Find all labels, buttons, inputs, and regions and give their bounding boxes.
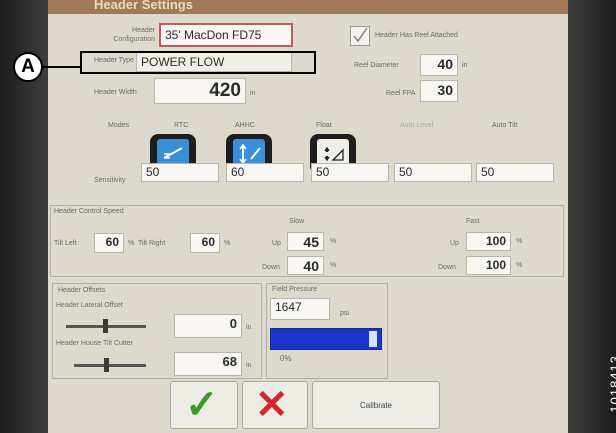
field-pressure-field[interactable]: 1647 xyxy=(270,298,330,320)
fast-label: Fast xyxy=(466,218,480,225)
fast-down-field[interactable]: 100 xyxy=(466,256,511,275)
slow-down-label: Down xyxy=(262,264,280,271)
figure-id: 1018413 xyxy=(608,355,616,413)
reel-diameter-label: Reel Diameter xyxy=(354,62,399,69)
fast-up-label: Up xyxy=(450,240,459,247)
field-pressure-label: Field Pressure xyxy=(272,286,318,293)
tilt-cutter-unit: in xyxy=(246,362,252,369)
fast-down-unit: % xyxy=(516,262,523,269)
sensitivity-auto-tilt-field[interactable]: 50 xyxy=(476,163,554,182)
tilt-right-field[interactable]: 60 xyxy=(190,233,220,253)
fast-up-field[interactable]: 100 xyxy=(466,232,511,251)
reel-fpa-field[interactable]: 30 xyxy=(420,80,458,102)
reel-diameter-unit: in xyxy=(462,62,468,69)
tilt-right-label: Tilt Right xyxy=(138,240,166,247)
tilt-left-label: Tilt Left xyxy=(54,240,77,247)
lateral-offset-label: Header Lateral Offset xyxy=(56,302,123,309)
calibrate-label: Calibrate xyxy=(359,401,392,410)
header-offsets-label: Header Offsets xyxy=(58,287,105,294)
callout-line xyxy=(43,66,80,68)
slow-label: Slow xyxy=(289,218,305,225)
tilt-cutter-label: Header House Tilt Cutter xyxy=(56,340,134,347)
field-pressure-bar xyxy=(270,328,382,350)
header-width-label: Header Width xyxy=(94,89,137,96)
field-pressure-bar-label: 0% xyxy=(280,354,292,363)
header-config-label: Header Configuration xyxy=(113,27,155,43)
tilt-left-unit: % xyxy=(128,240,135,247)
slow-down-field[interactable]: 40 xyxy=(287,256,324,275)
slow-up-unit: % xyxy=(330,238,337,245)
callout-marker: A xyxy=(13,52,43,82)
reel-attached-checkbox[interactable] xyxy=(350,26,370,46)
header-width-unit: in xyxy=(250,90,256,97)
mode-rtc-label: RTC xyxy=(174,122,189,129)
reel-diameter-field[interactable]: 40 xyxy=(420,54,458,76)
tilt-cutter-slider[interactable] xyxy=(74,364,146,367)
lateral-offset-slider-thumb[interactable] xyxy=(103,319,108,333)
modes-label: Modes xyxy=(108,122,130,129)
ok-button[interactable]: ✓ xyxy=(170,381,238,429)
sensitivity-rtc-field[interactable]: 50 xyxy=(141,163,219,182)
close-icon: ✕ xyxy=(255,383,289,427)
sensitivity-auto-level-field[interactable]: 50 xyxy=(394,163,472,182)
slow-up-label: Up xyxy=(272,240,281,247)
sensitivity-float-field[interactable]: 50 xyxy=(311,163,389,182)
fast-down-label: Down xyxy=(438,264,456,271)
sensitivity-label: Sensitivity xyxy=(94,177,126,184)
callout-box xyxy=(80,51,316,74)
mode-auto-tilt-label: Auto Tilt xyxy=(492,122,518,129)
cancel-button[interactable]: ✕ xyxy=(242,381,308,429)
header-config-field[interactable]: 35' MacDon FD75 xyxy=(159,23,293,47)
window-title: Header Settings xyxy=(94,0,193,12)
header-width-field[interactable]: 420 xyxy=(154,78,246,104)
title-bar: Header Settings xyxy=(48,0,568,14)
slow-up-field[interactable]: 45 xyxy=(287,232,324,251)
mode-float-label: Float xyxy=(316,122,332,129)
field-pressure-unit: psi xyxy=(340,310,349,317)
sensitivity-ahhc-field[interactable]: 60 xyxy=(226,163,304,182)
fast-up-unit: % xyxy=(516,238,523,245)
calibrate-button[interactable]: Calibrate xyxy=(312,381,440,429)
tilt-cutter-slider-thumb[interactable] xyxy=(104,358,109,372)
mode-auto-level-label: Auto Level xyxy=(400,122,434,129)
check-icon xyxy=(353,27,368,43)
field-pressure-bar-end xyxy=(369,331,377,347)
reel-attached-label: Header Has Reel Attached xyxy=(375,32,458,39)
reel-fpa-label: Reel FPA xyxy=(386,90,416,97)
header-control-speed-label: Header Control Speed xyxy=(54,208,124,215)
slow-down-unit: % xyxy=(330,262,337,269)
tilt-right-unit: % xyxy=(224,240,231,247)
tilt-cutter-field[interactable]: 68 xyxy=(174,352,242,376)
lateral-offset-unit: in xyxy=(246,324,252,331)
tilt-left-field[interactable]: 60 xyxy=(94,233,124,253)
checkmark-icon: ✓ xyxy=(185,383,219,427)
mode-ahhc-label: AHHC xyxy=(235,122,255,129)
lateral-offset-field[interactable]: 0 xyxy=(174,314,242,338)
